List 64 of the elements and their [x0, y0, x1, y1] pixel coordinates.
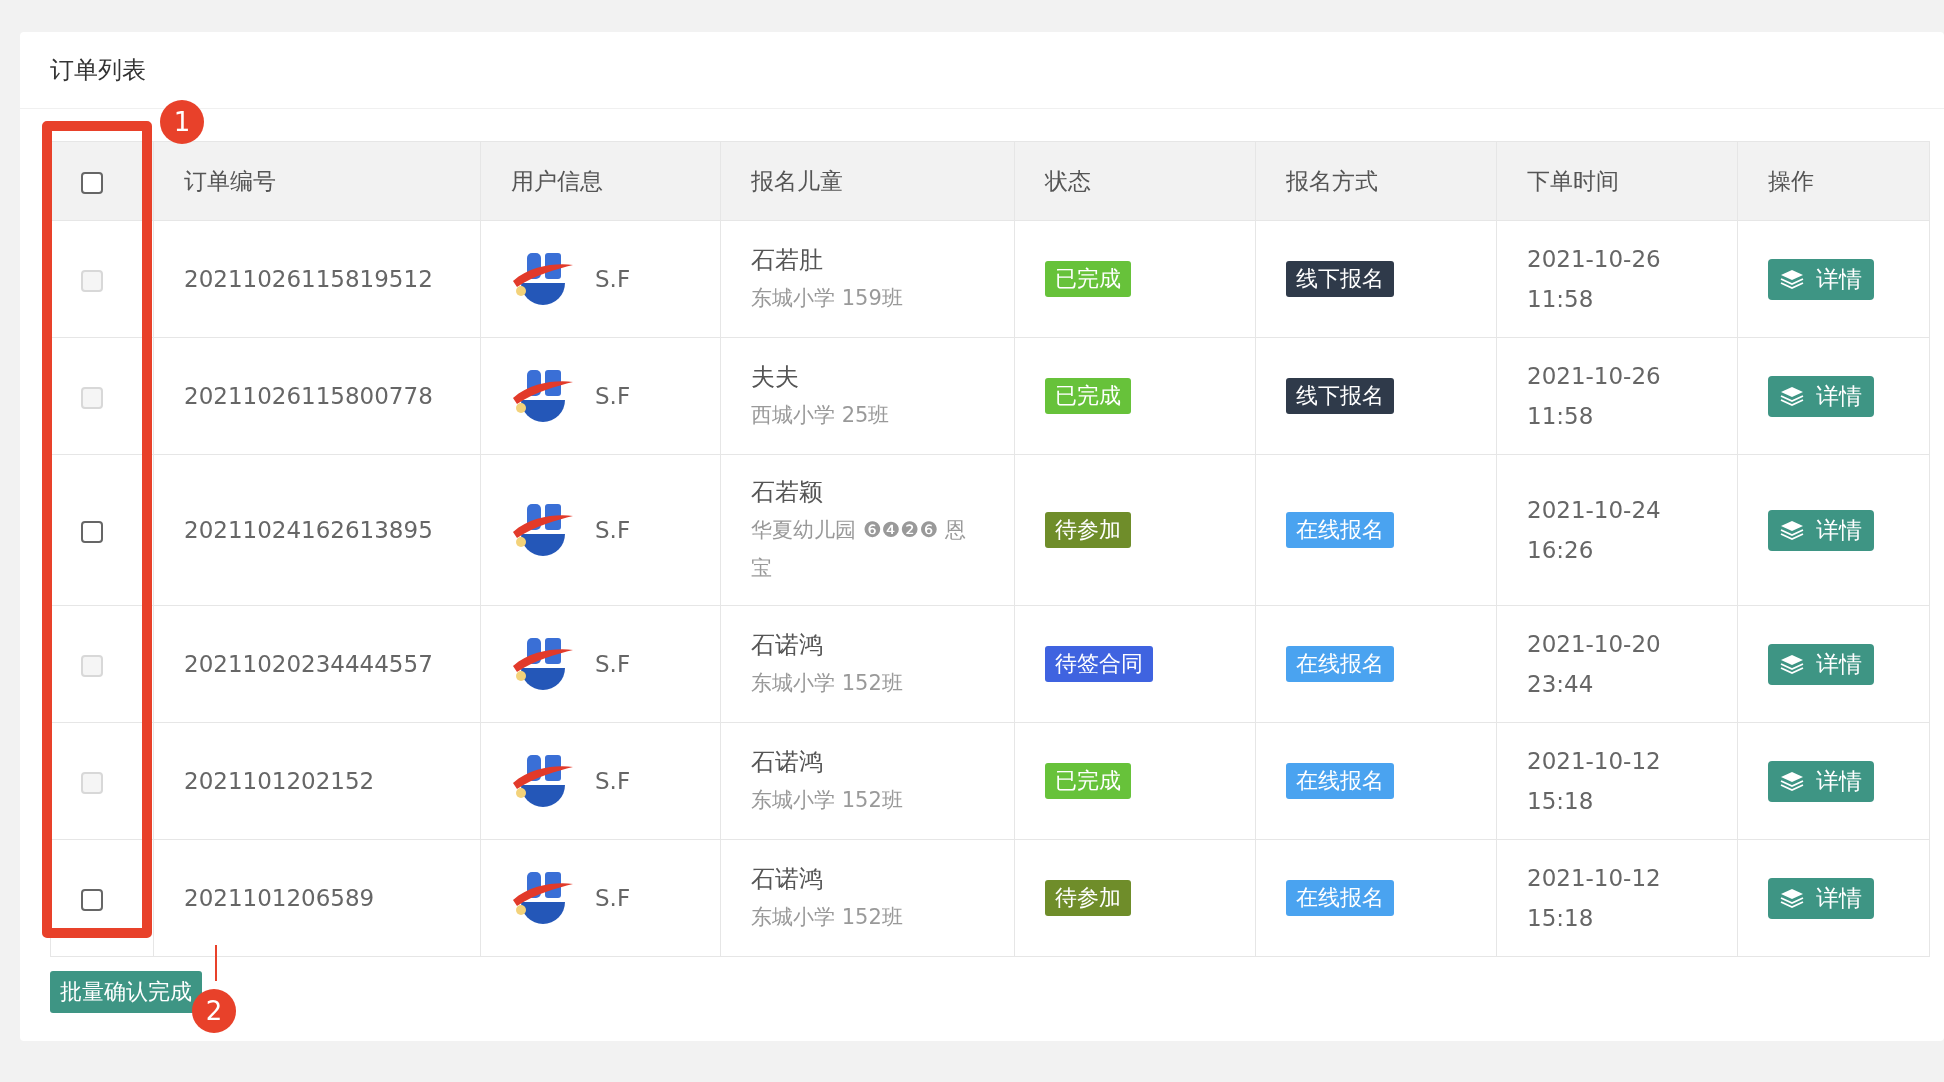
user-name: S.F: [595, 383, 631, 409]
child-school: 东城小学 152班: [751, 787, 904, 814]
child-school: 西城小学 25班: [751, 402, 891, 429]
child-school: 华夏幼儿园 ❻❹❷❻ 恩宝: [751, 517, 967, 582]
child-name: 夫夫: [751, 362, 800, 393]
status-tag: 待参加: [1045, 880, 1131, 916]
order-time: 2021-10-12 15:18: [1527, 864, 1662, 933]
order-time: 2021-10-12 15:18: [1527, 747, 1662, 816]
status-tag: 待参加: [1045, 512, 1131, 548]
order-number: 20211026115800778: [184, 383, 433, 409]
column-header: 报名儿童: [720, 141, 1015, 221]
status-tag: 已完成: [1045, 763, 1131, 799]
column-header: 下单时间: [1496, 141, 1738, 221]
user-name: S.F: [595, 885, 631, 911]
column-header: 报名方式: [1255, 141, 1497, 221]
column-header: 用户信息: [480, 141, 721, 221]
order-number: 2021101202152: [184, 768, 375, 794]
order-time: 2021-10-24 16:26: [1527, 496, 1662, 565]
child-name: 石诺鸿: [751, 747, 824, 778]
order-time: 2021-10-26 11:58: [1527, 362, 1662, 431]
signup-method-tag: 线下报名: [1286, 378, 1394, 414]
child-name: 石若颖: [751, 477, 824, 508]
layers-icon: [1780, 520, 1804, 540]
order-number: 20211026115819512: [184, 266, 433, 292]
signup-method-tag: 在线报名: [1286, 880, 1394, 916]
row-checkbox[interactable]: [81, 888, 103, 911]
layers-icon: [1780, 654, 1804, 674]
layers-icon: [1780, 386, 1804, 406]
child-name: 石若肚: [751, 245, 824, 276]
signup-method-tag: 线下报名: [1286, 261, 1394, 297]
child-name: 石诺鸿: [751, 864, 824, 895]
order-number: 2021101206589: [184, 885, 375, 911]
column-header: 状态: [1014, 141, 1256, 221]
signup-method-tag: 在线报名: [1286, 512, 1394, 548]
child-school: 东城小学 152班: [751, 904, 904, 931]
order-time: 2021-10-26 11:58: [1527, 245, 1662, 314]
child-school: 东城小学 159班: [751, 285, 904, 312]
layers-icon: [1780, 269, 1804, 289]
user-name: S.F: [595, 266, 631, 292]
user-name: S.F: [595, 768, 631, 794]
user-name: S.F: [595, 651, 631, 677]
signup-method-tag: 在线报名: [1286, 646, 1394, 682]
details-button[interactable]: 详情: [1768, 877, 1874, 919]
row-checkbox[interactable]: [81, 520, 103, 543]
signup-method-tag: 在线报名: [1286, 763, 1394, 799]
column-header: 操作: [1737, 141, 1930, 221]
layers-icon: [1780, 888, 1804, 908]
status-tag: 待签合同: [1045, 646, 1153, 682]
status-tag: 已完成: [1045, 378, 1131, 414]
child-school: 东城小学 152班: [751, 670, 904, 697]
layers-icon: [1780, 771, 1804, 791]
batch-confirm-button[interactable]: 批量确认完成: [50, 971, 202, 1013]
order-number: 20211024162613895: [184, 517, 433, 543]
annotation-marker: 2: [192, 989, 236, 1033]
order-number: 20211020234444557: [184, 651, 433, 677]
column-header: 订单编号: [153, 141, 481, 221]
annotation-marker: 1: [160, 100, 204, 144]
select-all-checkbox[interactable]: [81, 171, 103, 194]
details-button[interactable]: 详情: [1768, 509, 1874, 551]
child-name: 石诺鸿: [751, 630, 824, 661]
status-tag: 已完成: [1045, 261, 1131, 297]
leader-line: [215, 945, 217, 981]
order-time: 2021-10-20 23:44: [1527, 630, 1662, 699]
user-name: S.F: [595, 517, 631, 543]
